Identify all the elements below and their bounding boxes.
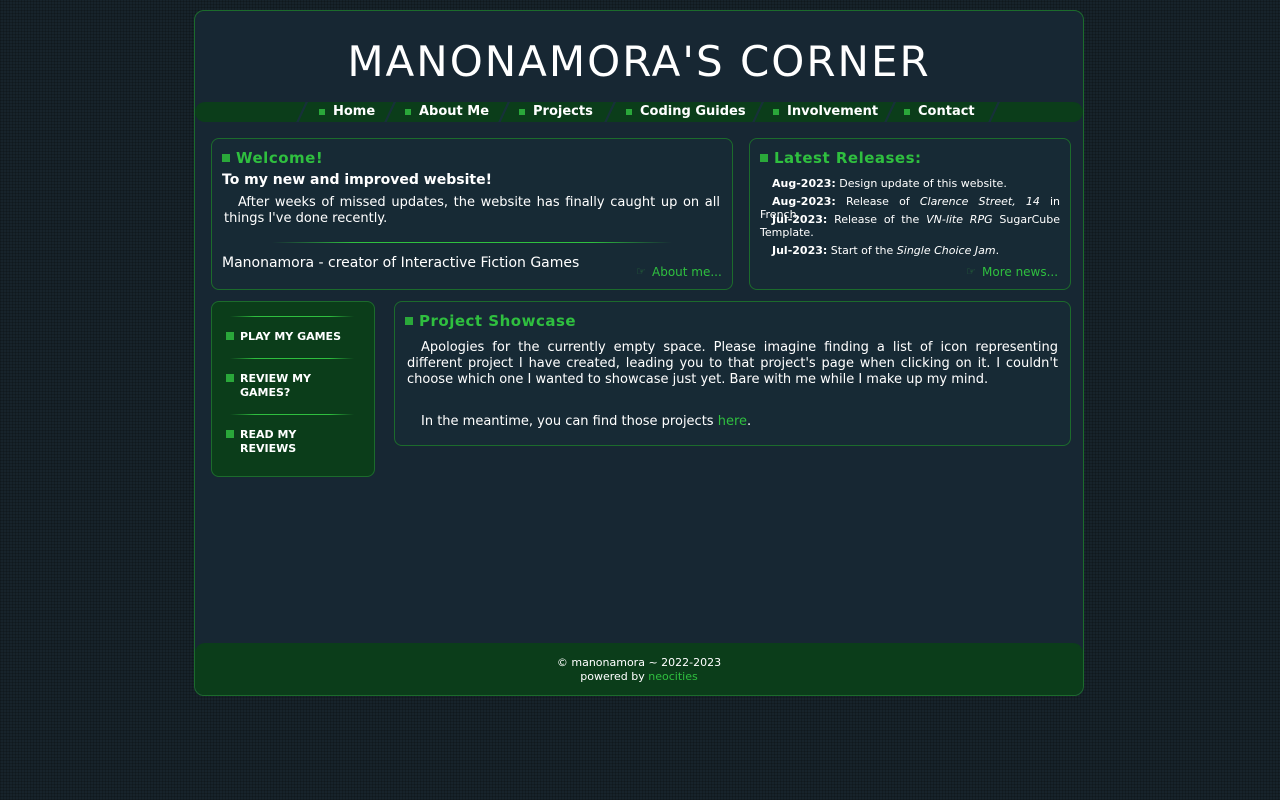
nav-involvement[interactable]: Involvement [773, 102, 878, 122]
nav-coding-guides[interactable]: Coding Guides [626, 102, 746, 122]
news-item: Jul-2023: Release of the VN-lite RPG Sug… [760, 213, 1061, 239]
divider [230, 316, 354, 317]
nav-separator [987, 102, 1001, 122]
nav-separator [295, 102, 309, 122]
site-title: MANONAMORA'S CORNER [347, 37, 931, 86]
nav-about-me[interactable]: About Me [405, 102, 489, 122]
nav-contact[interactable]: Contact [904, 102, 975, 122]
nav-separator [497, 102, 511, 122]
more-news-link[interactable]: More news... [966, 265, 1058, 279]
footer: © manonamora ~ 2022-2023 powered by neoc… [195, 643, 1083, 695]
projects-here-link[interactable]: here [718, 414, 747, 429]
welcome-tagline: Manonamora - creator of Interactive Fict… [222, 255, 580, 271]
nav-separator [383, 102, 397, 122]
site-container: MANONAMORA'S CORNER Home About Me Projec… [194, 10, 1084, 696]
divider [230, 358, 354, 359]
about-me-link[interactable]: About me... [636, 265, 722, 279]
welcome-box: Welcome! To my new and improved website!… [211, 138, 733, 290]
sidebar: PLAY MY GAMES REVIEW MY GAMES? READ MY R… [211, 301, 375, 477]
news-item: Jul-2023: Start of the Single Choice Jam… [772, 244, 1000, 257]
releases-title: Latest Releases: [760, 149, 922, 167]
review-games-link[interactable]: REVIEW MY GAMES? [226, 372, 330, 400]
powered-by: powered by neocities [580, 670, 698, 683]
divider [230, 414, 354, 415]
showcase-title: Project Showcase [405, 312, 576, 330]
welcome-subtitle: To my new and improved website! [222, 172, 492, 188]
read-reviews-link[interactable]: READ MY REVIEWS [226, 428, 330, 456]
showcase-text-2: In the meantime, you can find those proj… [421, 414, 752, 429]
nav-separator [883, 102, 897, 122]
divider [272, 242, 672, 243]
nav-separator [751, 102, 765, 122]
news-item: Aug-2023: Design update of this website. [772, 177, 1007, 190]
copyright: © manonamora ~ 2022-2023 [556, 656, 722, 669]
play-games-link[interactable]: PLAY MY GAMES [226, 330, 350, 344]
nav-projects[interactable]: Projects [519, 102, 593, 122]
welcome-text: After weeks of missed updates, the websi… [224, 195, 720, 226]
showcase-text: Apologies for the currently empty space.… [407, 340, 1058, 387]
showcase-box: Project Showcase Apologies for the curre… [394, 301, 1071, 446]
main-nav: Home About Me Projects Coding Guides Inv… [195, 102, 1083, 122]
neocities-link[interactable]: neocities [648, 670, 697, 683]
releases-box: Latest Releases: Aug-2023: Design update… [749, 138, 1071, 290]
welcome-title: Welcome! [222, 149, 323, 167]
nav-separator [603, 102, 617, 122]
nav-home[interactable]: Home [319, 102, 375, 122]
